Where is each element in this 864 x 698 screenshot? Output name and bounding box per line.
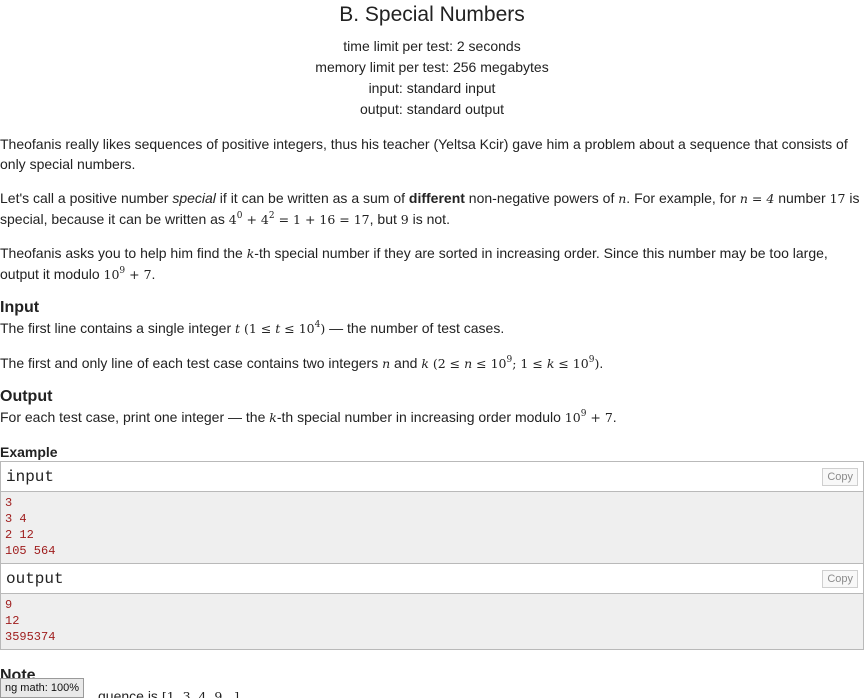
math-k: k <box>269 410 277 425</box>
math-modulo: 109 + 7 <box>103 266 152 283</box>
statement-text: number <box>774 190 830 206</box>
sample-output-line: 3595374 <box>5 630 56 644</box>
term-special: special <box>172 190 216 206</box>
copy-input-button[interactable]: Copy <box>822 467 858 486</box>
term-different: different <box>408 190 465 206</box>
sample-input-line: 105 564 <box>5 544 56 558</box>
sample-output-header: output Copy <box>1 564 863 594</box>
note-title: Note <box>0 667 36 684</box>
statement-text: , but <box>369 211 401 227</box>
memory-limit: memory limit per test: 256 megabytes <box>315 59 549 75</box>
output-line: For each test case, print one integer — … <box>0 409 617 426</box>
statement-text: . For example, for <box>626 190 740 206</box>
math-t: t (1 ≤ t ≤ 104) <box>235 320 326 337</box>
math-sequence: [1, 3, 4, 9...] <box>161 689 240 698</box>
statement-text: if it can be written as a sum of <box>215 190 409 206</box>
input-line-1: The first line contains a single integer… <box>0 320 505 337</box>
statement-text: Theofanis really likes sequences of posi… <box>0 136 848 172</box>
math-17: 17 <box>829 191 846 206</box>
sample-output-line: 9 <box>5 598 13 612</box>
statement-paragraph-3: Theofanis asks you to help him find the … <box>0 245 828 283</box>
sample-output-line: 12 <box>5 614 20 628</box>
math-9: 9 <box>400 212 409 227</box>
statement-text: is not. <box>408 211 450 227</box>
sample-input-line: 3 4 <box>5 512 27 526</box>
statement-text: Theofanis asks you to help him find the <box>0 245 247 261</box>
input-specification: Input The first line contains a single i… <box>0 285 864 374</box>
math-modulo: 109 + 7 <box>564 409 613 426</box>
math-power-expression: 40 + 42 = 1 + 16 = 17 <box>228 211 370 228</box>
note-text: quence is [1, 3, 4, 9...] <box>0 686 864 698</box>
problem-title: B. Special Numbers <box>339 3 525 26</box>
statement-text: Let's call a positive number <box>0 190 173 206</box>
output-section-title: Output <box>0 388 53 405</box>
time-limit: time limit per test: 2 seconds <box>343 38 521 54</box>
output-file: output: standard output <box>360 101 504 117</box>
math-zoom-status-badge: ng math: 100% <box>0 678 84 698</box>
math-n: n <box>382 356 391 371</box>
statement-paragraph-1: Theofanis really likes sequences of posi… <box>0 134 864 174</box>
sample-input-line: 3 <box>5 496 13 510</box>
copy-output-button[interactable]: Copy <box>822 569 858 588</box>
sample-output-content[interactable]: 9 12 3595374 <box>1 594 863 649</box>
sample-tests: Example input Copy 3 3 4 2 12 105 564 ou… <box>0 428 864 650</box>
sample-input-label: input <box>6 467 55 486</box>
sample-input-box: input Copy 3 3 4 2 12 105 564 <box>0 461 864 564</box>
statement-text: non-negative powers of <box>464 190 619 206</box>
math-n-eq-4: n = 4 <box>739 191 775 206</box>
sample-output-box: output Copy 9 12 3595374 <box>0 564 864 650</box>
note-section: Note quence is [1, 3, 4, 9...] <box>0 650 864 698</box>
input-file: input: standard input <box>368 80 496 96</box>
input-section-title: Input <box>0 299 40 316</box>
sample-input-line: 2 12 <box>5 528 34 542</box>
sample-input-content[interactable]: 3 3 4 2 12 105 564 <box>1 492 863 563</box>
output-specification: Output For each test case, print one int… <box>0 374 864 428</box>
example-title: Example <box>0 444 58 460</box>
input-line-2: The first and only line of each test cas… <box>0 355 604 372</box>
statement-paragraph-2: Let's call a positive number special if … <box>0 174 864 230</box>
problem-statement: Theofanis really likes sequences of posi… <box>0 120 864 285</box>
sample-output-label: output <box>6 569 64 588</box>
problem-header: B. Special Numbers time limit per test: … <box>0 0 864 120</box>
sample-input-header: input Copy <box>1 462 863 492</box>
math-k-range: k (2 ≤ n ≤ 109; 1 ≤ k ≤ 109) <box>421 355 600 372</box>
